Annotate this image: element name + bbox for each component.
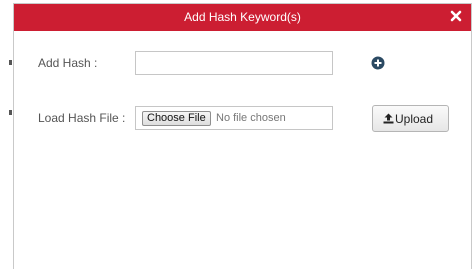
background-mark xyxy=(9,60,12,65)
add-hash-input[interactable] xyxy=(135,51,333,75)
page: Add Hash Keyword(s) Add Hash : Load Hash… xyxy=(0,0,475,269)
close-icon[interactable] xyxy=(449,9,463,23)
dialog-title: Add Hash Keyword(s) xyxy=(184,10,301,24)
upload-icon xyxy=(383,113,394,124)
upload-button[interactable]: Upload xyxy=(372,105,449,132)
file-status-text: No file chosen xyxy=(216,112,286,124)
dialog-titlebar: Add Hash Keyword(s) xyxy=(14,4,471,31)
plus-circle-icon[interactable] xyxy=(371,56,385,70)
load-hash-file-label: Load Hash File : xyxy=(38,111,126,125)
add-hash-keyword-dialog: Add Hash Keyword(s) Add Hash : Load Hash… xyxy=(13,3,472,269)
upload-button-label: Upload xyxy=(395,112,434,126)
choose-file-button[interactable]: Choose File xyxy=(142,111,211,126)
add-hash-label: Add Hash : xyxy=(38,56,98,70)
background-mark xyxy=(9,110,12,115)
hash-file-input[interactable]: Choose File No file chosen xyxy=(135,106,333,130)
background-window-edge xyxy=(0,0,13,269)
